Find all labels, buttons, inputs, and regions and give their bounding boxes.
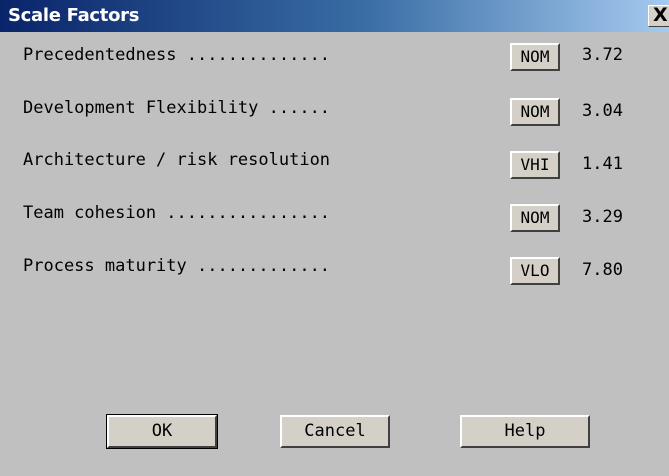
factor-label-development-flexibility: Development Flexibility ...... (23, 98, 331, 118)
window-title: Scale Factors (8, 5, 140, 26)
factor-value-architecture-risk-resolution: 1.41 (582, 154, 623, 174)
rating-button-development-flexibility[interactable]: NOM (510, 98, 560, 126)
close-button[interactable]: X (648, 4, 669, 27)
title-bar[interactable]: Scale Factors X (0, 0, 669, 32)
factor-value-team-cohesion: 3.29 (582, 207, 623, 227)
rating-button-process-maturity[interactable]: VLO (510, 257, 560, 285)
rating-button-team-cohesion[interactable]: NOM (510, 204, 560, 232)
factor-label-process-maturity: Process maturity ............. (23, 256, 331, 276)
help-button[interactable]: Help (460, 415, 590, 448)
factor-label-precedentedness: Precedentedness .............. (23, 45, 331, 65)
factor-value-precedentedness: 3.72 (582, 45, 623, 65)
close-icon: X (653, 4, 668, 26)
factor-label-team-cohesion: Team cohesion ................ (23, 203, 331, 223)
factor-value-process-maturity: 7.80 (582, 260, 623, 280)
factor-label-architecture-risk-resolution: Architecture / risk resolution (23, 150, 331, 170)
cancel-button[interactable]: Cancel (280, 415, 390, 448)
ok-button[interactable]: OK (106, 414, 218, 449)
scale-factors-dialog: Scale Factors X Precedentedness ........… (0, 0, 669, 476)
factor-value-development-flexibility: 3.04 (582, 101, 623, 121)
rating-button-architecture-risk-resolution[interactable]: VHI (510, 151, 560, 179)
rating-button-precedentedness[interactable]: NOM (510, 43, 560, 71)
